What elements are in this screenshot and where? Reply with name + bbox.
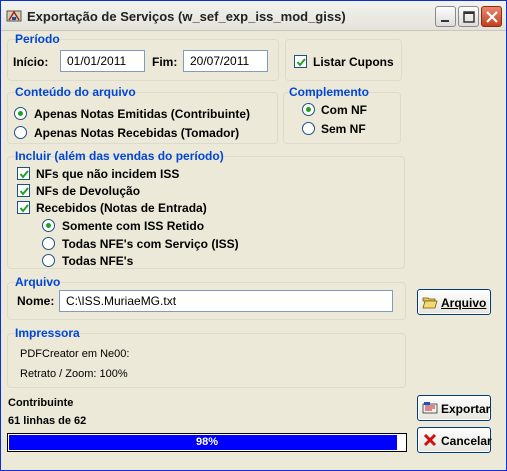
- impressora-printer-text: PDFCreator em Ne00:: [20, 348, 130, 360]
- nfs-devolucao-checkbox[interactable]: [17, 184, 30, 197]
- close-icon: [486, 11, 498, 23]
- export-progress-bar: 98%: [7, 433, 407, 452]
- fim-date-input[interactable]: 20/07/2011: [183, 50, 268, 72]
- radio-com-nf[interactable]: [302, 103, 315, 116]
- arquivo-title: Arquivo: [15, 275, 61, 289]
- complemento-title: Complemento: [289, 85, 370, 99]
- radio-somente-iss-retido[interactable]: [42, 219, 55, 232]
- conteudo-title: Conteúdo do arquivo: [15, 85, 136, 99]
- com-nf-label: Com NF: [321, 103, 367, 117]
- sem-nf-label: Sem NF: [321, 122, 366, 136]
- radio-selected-dot: [18, 111, 23, 116]
- checkmark-icon: [19, 187, 29, 196]
- export-window: Exportação de Serviços (w_sef_exp_iss_mo…: [0, 0, 507, 471]
- notas-emitidas-label: Apenas Notas Emitidas (Contribuinte): [34, 107, 251, 121]
- app-icon: [6, 10, 22, 22]
- nfs-nao-incidem-iss-checkbox[interactable]: [17, 167, 30, 180]
- window-title: Exportação de Serviços (w_sef_exp_iss_mo…: [27, 9, 346, 24]
- nome-label: Nome:: [17, 294, 55, 308]
- arquivo-button[interactable]: Arquivo: [417, 289, 491, 315]
- recebidos-checkbox[interactable]: [17, 201, 30, 214]
- fim-label: Fim:: [152, 55, 178, 69]
- progress-percent-text: 98%: [195, 436, 219, 448]
- impressora-title: Impressora: [15, 326, 80, 340]
- recebidos-label: Recebidos (Notas de Entrada): [36, 201, 207, 215]
- radio-selected-dot: [306, 107, 311, 112]
- incluir-title: Incluir (além das vendas do período): [15, 149, 224, 163]
- radio-notas-emitidas[interactable]: [14, 107, 27, 120]
- nfs-devolucao-label: NFs de Devolução: [36, 184, 141, 198]
- notas-recebidas-label: Apenas Notas Recebidas (Tomador): [34, 126, 240, 140]
- todas-nfes-servico-label: Todas NFE's com Serviço (ISS): [62, 237, 239, 251]
- impressora-zoom-text: Retrato / Zoom: 100%: [20, 368, 128, 380]
- inicio-label: Início:: [13, 55, 49, 69]
- complemento-group: [283, 92, 401, 144]
- checkmark-icon: [19, 170, 29, 179]
- title-bar[interactable]: Exportação de Serviços (w_sef_exp_iss_mo…: [1, 1, 506, 31]
- radio-sem-nf[interactable]: [302, 122, 315, 135]
- folder-open-icon: [422, 297, 438, 309]
- checkmark-icon: [19, 204, 29, 213]
- exportar-button-label: Exportar: [441, 402, 491, 416]
- exportar-button[interactable]: Exportar: [417, 395, 491, 421]
- maximize-icon: [463, 11, 475, 23]
- nome-arquivo-input[interactable]: C:\ISS.MuriaeMG.txt: [59, 290, 393, 312]
- listar-cupons-checkbox[interactable]: [294, 55, 307, 68]
- periodo-title: Período: [15, 32, 60, 46]
- linhas-status: 61 linhas de 62: [8, 415, 87, 427]
- radio-todas-nfes[interactable]: [42, 254, 55, 267]
- minimize-button[interactable]: [435, 6, 456, 27]
- contribuinte-status: Contribuinte: [8, 397, 74, 409]
- maximize-button[interactable]: [458, 6, 479, 27]
- checkmark-icon: [296, 58, 306, 67]
- radio-notas-recebidas[interactable]: [14, 126, 27, 139]
- cancel-x-icon: [423, 433, 437, 447]
- listar-cupons-label: Listar Cupons: [313, 55, 394, 69]
- arquivo-button-label: Arquivo: [441, 296, 487, 310]
- radio-selected-dot: [46, 223, 51, 228]
- minimize-icon: [441, 20, 449, 22]
- cancelar-button[interactable]: Cancelar: [417, 427, 492, 453]
- cancelar-button-label: Cancelar: [441, 434, 492, 448]
- export-icon: [422, 402, 438, 414]
- todas-nfes-label: Todas NFE's: [62, 254, 134, 268]
- nfs-nao-incidem-iss-label: NFs que não incidem ISS: [36, 167, 180, 181]
- radio-todas-nfes-servico[interactable]: [42, 237, 55, 250]
- close-button[interactable]: [481, 6, 502, 27]
- inicio-date-input[interactable]: 01/01/2011: [60, 50, 145, 72]
- somente-iss-retido-label: Somente com ISS Retido: [62, 219, 205, 233]
